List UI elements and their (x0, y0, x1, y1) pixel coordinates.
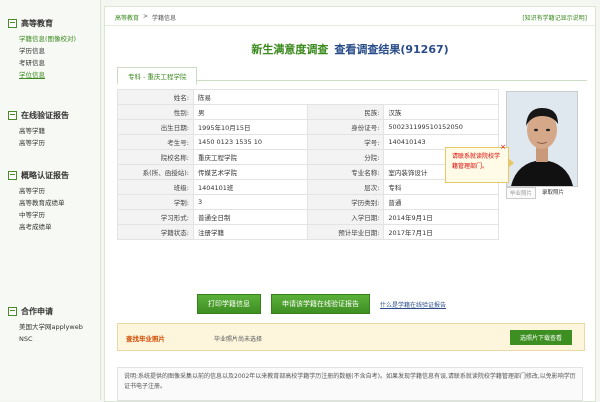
field-value: 汉族 (383, 104, 499, 120)
table-row: 系(所、函授站): 传媒艺术学院 专业名称: 室内装饰设计 (117, 164, 499, 180)
breadcrumb-separator: > (143, 13, 149, 20)
apply-report-button[interactable]: 申请该学籍在线验证报告 (271, 294, 370, 314)
breadcrumb-current: 学籍信息 (152, 15, 177, 22)
sidebar-item-exam-info[interactable]: 考研信息 (8, 57, 76, 69)
find-photo-bar: 查找毕业照片 毕业照片尚未选择 选照片下载查看 (117, 323, 585, 351)
sidebar: 高等教育 学籍信息(图像校对) 学历信息 考研信息 学位信息 在线验证报告 高等… (0, 0, 101, 400)
choose-photo-button[interactable]: 选照片下载查看 (509, 330, 572, 345)
field-value: 1995年10月15日 (192, 119, 309, 135)
survey-link[interactable]: 新生满意度调查 (251, 43, 328, 56)
field-label: 分院: (307, 149, 385, 165)
sidebar-item-cert-secondary[interactable]: 中等学历 (8, 209, 69, 221)
field-label: 班级: (117, 179, 194, 195)
field-value: 2014年9月1日 (383, 209, 499, 225)
status-value: 注册学籍 (192, 224, 309, 240)
explanation-note: 说明:系统提供的图像采集以前的信息以及2002年以来教育部高校学籍学历注册的数据… (117, 367, 583, 401)
table-row: 学制: 3 学历类别: 普通 (117, 194, 499, 210)
table-row: 学习形式: 普通全日制 入学日期: 2014年9月1日 (117, 209, 499, 225)
table-row: 考生号: 1450 0123 1535 10 学号: 140410143 (117, 134, 499, 150)
field-value: 传媒艺术学院 (192, 164, 309, 180)
table-row: 班级: 1404101班 层次: 专科 (117, 179, 499, 195)
sidebar-item-degree-award[interactable]: 学位信息 (8, 69, 76, 81)
section-icon (8, 111, 17, 120)
section-icon (8, 19, 17, 28)
field-value: 普通 (383, 194, 499, 210)
admission-photo-button[interactable]: 录取照片 (542, 187, 564, 199)
field-label: 学制: (117, 194, 194, 210)
field-label: 入学日期: (307, 209, 385, 225)
close-icon[interactable]: × (500, 142, 506, 152)
table-row: 学籍状态: 注册学籍 预计毕业日期: 2017年7月1日 (117, 224, 499, 240)
field-label: 考生号: (117, 134, 194, 150)
field-label: 姓名: (117, 89, 194, 105)
status-help-link[interactable]: [知识有学籍记显示说明] (522, 13, 587, 22)
sidebar-item-cert-transcript[interactable]: 高等教育成绩单 (8, 197, 69, 209)
sidebar-item-cert-gaokao[interactable]: 高考成绩单 (8, 221, 69, 233)
contact-school-tooltip: × 请联系就读院校学籍管理部门。 (445, 143, 514, 183)
field-label: 系(所、函授站): (117, 164, 194, 180)
field-label: 身份证号: (307, 119, 385, 135)
student-photo (506, 91, 578, 187)
student-photo-image (507, 92, 577, 186)
field-value: 1450 0123 1535 10 (192, 134, 309, 150)
section-title: 在线验证报告 (21, 111, 69, 120)
field-value: 陈易 (192, 89, 500, 105)
sidebar-section-higher-education: 高等教育 学籍信息(图像校对) 学历信息 考研信息 学位信息 (8, 18, 76, 81)
action-buttons: 打印学籍信息 申请该学籍在线验证报告 什么是学籍在线验证报告 (197, 294, 446, 314)
sidebar-section-certification: 概略认证报告 高等学历 高等教育成绩单 中等学历 高考成绩单 (8, 170, 69, 233)
sidebar-item-nsc[interactable]: NSC (8, 333, 83, 345)
field-label: 性别: (117, 104, 194, 120)
sidebar-item-applyweb[interactable]: 美国大学网applyweb (8, 321, 83, 333)
field-label: 层次: (307, 179, 385, 195)
field-value: 普通全日制 (192, 209, 309, 225)
table-row: 院校名称: 重庆工程学院 分院: (117, 149, 499, 165)
survey-results-link[interactable]: 查看调查结果(91267) (334, 43, 448, 56)
page-title: 新生满意度调查 查看调查结果(91267) (105, 41, 595, 57)
section-icon (8, 171, 17, 180)
field-value: 2017年7月1日 (383, 224, 499, 240)
table-row: 性别: 男 民族: 汉族 (117, 104, 499, 120)
find-photo-title: 查找毕业照片 (126, 335, 165, 343)
section-title: 概略认证报告 (21, 171, 69, 180)
section-icon (8, 307, 17, 316)
field-value: 1404101班 (192, 179, 309, 195)
field-label: 院校名称: (117, 149, 194, 165)
field-label: 出生日期: (117, 119, 194, 135)
field-label: 学历类别: (307, 194, 385, 210)
field-value: 3 (192, 194, 309, 210)
main-panel: 高等教育 > 学籍信息 [知识有学籍记显示说明] 新生满意度调查 查看调查结果(9… (104, 6, 596, 402)
field-label: 学号: (307, 134, 385, 150)
breadcrumb-root[interactable]: 高等教育 (115, 13, 139, 22)
sidebar-item-report-status[interactable]: 高等学籍 (8, 125, 69, 137)
section-title: 合作申请 (21, 307, 53, 316)
student-info-table: 姓名: 陈易 性别: 男 民族: 汉族 出生日期: 1995年10月15日 身份… (117, 89, 500, 240)
field-label: 预计毕业日期: (307, 224, 385, 240)
section-title: 高等教育 (21, 19, 53, 28)
sidebar-section-cooperation: 合作申请 美国大学网applyweb NSC (8, 306, 83, 345)
graduation-photo-button[interactable]: 毕业照片 (506, 187, 537, 199)
sidebar-item-report-degree[interactable]: 高等学历 (8, 137, 69, 149)
print-status-button[interactable]: 打印学籍信息 (197, 294, 261, 314)
sidebar-item-degree-info[interactable]: 学历信息 (8, 45, 76, 57)
field-label: 专业名称: (307, 164, 385, 180)
table-row: 姓名: 陈易 (117, 89, 500, 105)
tab-school[interactable]: 专科 - 重庆工程学院 (117, 67, 198, 85)
field-label: 学习形式: (117, 209, 194, 225)
photo-buttons: 毕业照片 录取照片 (506, 187, 564, 199)
sidebar-item-cert-degree[interactable]: 高等学历 (8, 185, 69, 197)
field-label: 民族: (307, 104, 385, 120)
breadcrumb: 高等教育 > 学籍信息 (115, 13, 176, 22)
tooltip-text: 请联系就读院校学籍管理部门。 (452, 153, 501, 170)
field-label: 学籍状态: (117, 224, 194, 240)
divider (105, 25, 595, 26)
sidebar-item-status-info[interactable]: 学籍信息(图像校对) (8, 33, 76, 45)
field-value: 重庆工程学院 (192, 149, 309, 165)
find-photo-status: 毕业照片尚未选择 (214, 336, 263, 343)
sidebar-section-online-report: 在线验证报告 高等学籍 高等学历 (8, 110, 69, 149)
what-is-report-link[interactable]: 什么是学籍在线验证报告 (380, 300, 446, 309)
table-row: 出生日期: 1995年10月15日 身份证号: 5002311995101520… (117, 119, 499, 135)
field-value: 男 (192, 104, 309, 120)
field-value: 500231199510152050 (383, 119, 499, 135)
